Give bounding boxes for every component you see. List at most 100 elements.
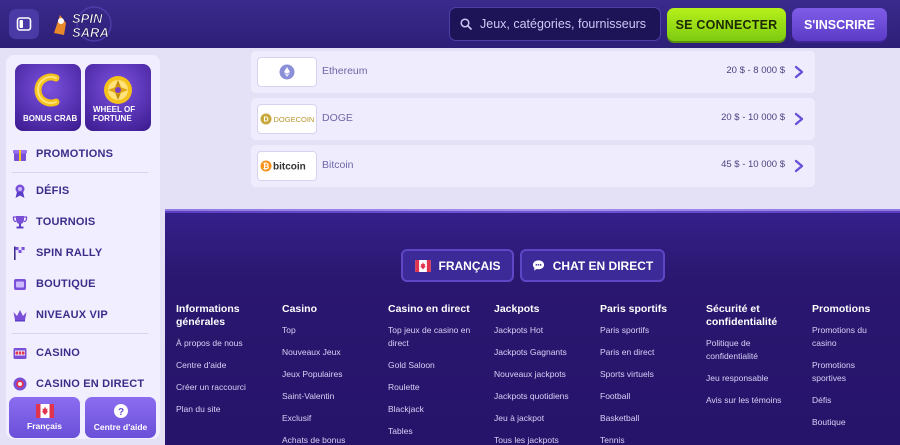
wheel-icon [104,76,132,104]
footer-link[interactable]: Plan du site [176,403,276,416]
payment-limit: 45 $ - 10 000 $ [721,159,785,170]
sidebar-item-promotions[interactable]: PROMOTIONS [12,144,113,164]
footer-link[interactable]: Sports virtuels [600,368,700,381]
footer-column-title: Sécurité et confidentialité [706,303,778,328]
sidebar-toggle-icon [16,17,32,31]
canada-flag-icon [35,404,54,418]
footer-language-button[interactable]: FRANÇAIS [401,249,514,282]
sidebar-item-label: PROMOTIONS [36,148,114,160]
footer-column-title: Paris sportifs [600,303,668,315]
footer-column-jackpots: Jackpots Jackpots Hot Jackpots Gagnants … [494,303,594,445]
chevron-right-icon [794,65,804,79]
help-center-label: Centre d'aide [93,422,148,432]
footer-link[interactable]: Jeux Populaires [282,368,382,381]
sidebar-item-label: BOUTIQUE [36,278,96,290]
footer-link[interactable]: Top jeux de casino en direct [388,324,478,350]
footer-link[interactable]: Paris en direct [600,346,700,359]
language-button[interactable]: Français [9,397,80,438]
footer-link[interactable]: Top [282,324,382,337]
footer-link[interactable]: Roulette [388,381,488,394]
sidebar-item-niveaux-vip[interactable]: NIVEAUX VIP [12,305,108,325]
live-chat-label: CHAT EN DIRECT [552,258,654,273]
shop-icon [14,279,26,290]
footer-link[interactable]: Boutique [812,416,894,429]
crab-coin-icon [34,73,60,107]
help-center-button[interactable]: ? Centre d'aide [85,397,156,438]
footer-link[interactable]: Jackpots Hot [494,324,594,337]
bonus-crab-tile[interactable]: BONUS CRAB [15,64,81,131]
payment-row-doge[interactable]: D DOGECOIN DOGE 20 $ - 10 000 $ [251,98,815,140]
sidebar-toggle-button[interactable] [9,9,39,39]
crown-icon [13,310,27,322]
sidebar-item-casino-en-direct[interactable]: CASINO EN DIRECT [12,374,144,394]
footer-column-title: Promotions [812,303,871,315]
svg-text:SPIN: SPIN [72,11,103,26]
sidebar-item-boutique[interactable]: BOUTIQUE [12,274,96,294]
footer-link[interactable]: Paris sportifs [600,324,700,337]
footer-link[interactable]: Promotions du casino [812,324,876,350]
chip-icon [13,377,27,391]
search-input[interactable] [480,17,660,31]
sidebar-divider [12,172,148,173]
flag-icon [14,246,25,260]
footer-link[interactable]: Jeu à jackpot [494,412,594,425]
payment-name: Bitcoin [322,159,354,171]
footer-column-title: Jackpots [494,303,540,315]
footer-link[interactable]: Centre d'aide [176,359,276,372]
footer-column-title: Casino [282,303,318,315]
medal-icon [15,184,25,198]
footer-link[interactable]: Créer un raccourci [176,381,276,394]
footer-column-casino: Casino Top Nouveaux Jeux Jeux Populaires… [282,303,382,445]
sidebar-item-label: CASINO [36,347,80,359]
sidebar-item-spin-rally[interactable]: SPIN RALLY [12,243,102,263]
spin-sara-logo[interactable]: SPIN SARA [52,5,128,43]
footer-link[interactable]: Jeu responsable [706,372,806,385]
footer-link[interactable]: Achats de bonus [282,434,382,445]
footer-link[interactable]: Avis sur les témoins [706,394,806,407]
footer-link[interactable]: Jackpots Gagnants [494,346,594,359]
footer-link[interactable]: Nouveaux jackpots [494,368,594,381]
footer-link[interactable]: Blackjack [388,403,488,416]
footer-link[interactable]: Gold Saloon [388,359,488,372]
footer-link[interactable]: Tennis [600,434,700,445]
sidebar-item-casino[interactable]: CASINO [12,343,80,363]
payment-limit: 20 $ - 8 000 $ [726,65,785,76]
footer-column-title: Informations générales [176,303,240,328]
footer-link[interactable]: Promotions sportives [812,359,876,385]
bonus-crab-label: BONUS CRAB [23,114,78,123]
footer-link[interactable]: Basketball [600,412,700,425]
gift-icon [13,150,27,161]
bitcoin-wordmark: bitcoin [273,162,306,173]
search-icon [460,18,472,30]
sidebar-item-tournois[interactable]: TOURNOIS [12,212,95,232]
dogecoin-logo: D DOGECOIN [257,104,317,134]
sidebar-item-label: TOURNOIS [36,216,96,228]
footer-link[interactable]: Exclusif [282,412,382,425]
footer-link[interactable]: Défis [812,394,894,407]
dogecoin-wordmark: DOGECOIN [274,115,315,124]
live-chat-button[interactable]: CHAT EN DIRECT [520,249,665,282]
wheel-of-fortune-tile[interactable]: WHEEL OF FORTUNE [85,64,151,131]
footer-link[interactable]: Jackpots quotidiens [494,390,594,403]
footer-link[interactable]: Saint-Valentin [282,390,382,403]
sidebar-item-label: NIVEAUX VIP [36,309,108,321]
login-button[interactable]: SE CONNECTER [667,8,786,41]
footer-link[interactable]: Tables [388,425,488,438]
footer-column-casino-en-direct: Casino en direct Top jeux de casino en d… [388,303,488,445]
svg-text:D: D [263,117,268,124]
sidebar-item-defis[interactable]: DÉFIS [12,181,69,201]
payment-row-ethereum[interactable]: Ethereum 20 $ - 8 000 $ [251,51,815,93]
payment-name: Ethereum [322,65,368,77]
search-box[interactable] [449,7,661,41]
footer-link[interactable]: Tous les jackpots [494,434,594,445]
footer-column-title: Casino en direct [388,303,470,315]
footer-link[interactable]: Nouveaux Jeux [282,346,382,359]
footer-link[interactable]: Football [600,390,700,403]
footer-link[interactable]: Politique de confidentialité [706,337,786,363]
trophy-icon [12,216,28,229]
footer-link[interactable]: À propos de nous [176,337,276,350]
payment-row-bitcoin[interactable]: ₿ bitcoin Bitcoin 45 $ - 10 000 $ [251,145,815,187]
ethereum-logo [257,57,317,87]
footer-column-informations: Informations générales À propos de nous … [176,303,276,425]
signup-button[interactable]: S'INSCRIRE [792,8,887,41]
